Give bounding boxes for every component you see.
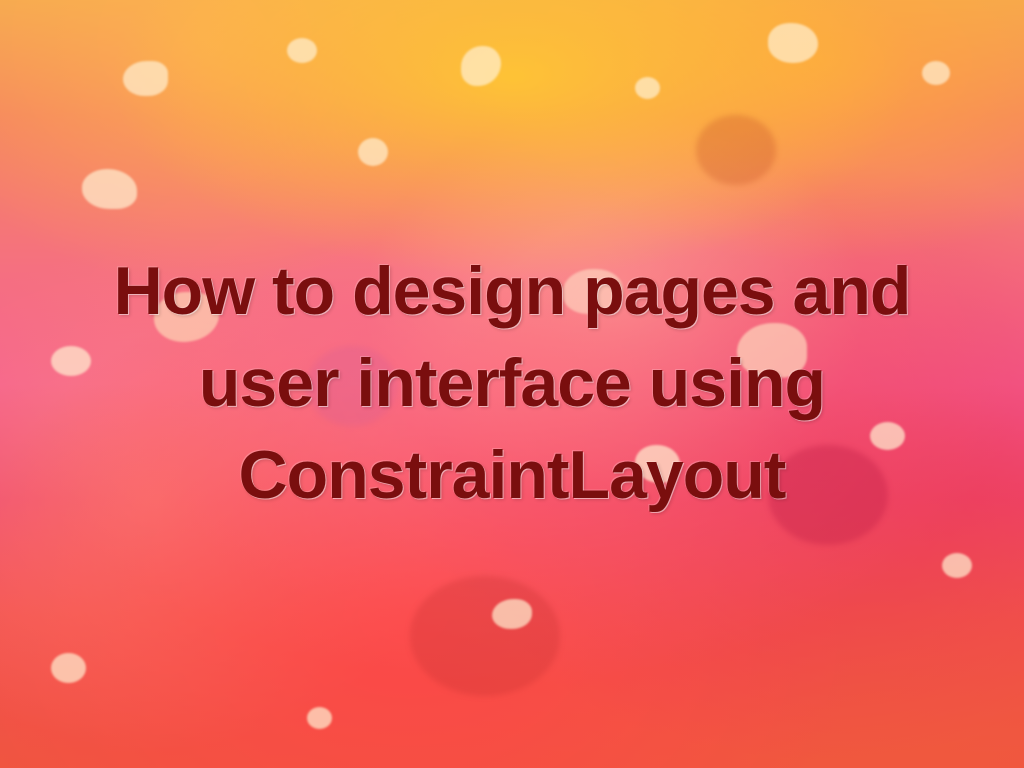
title-container: How to design pages and user interface u…	[0, 0, 1024, 768]
page-title: How to design pages and user interface u…	[0, 246, 1024, 521]
